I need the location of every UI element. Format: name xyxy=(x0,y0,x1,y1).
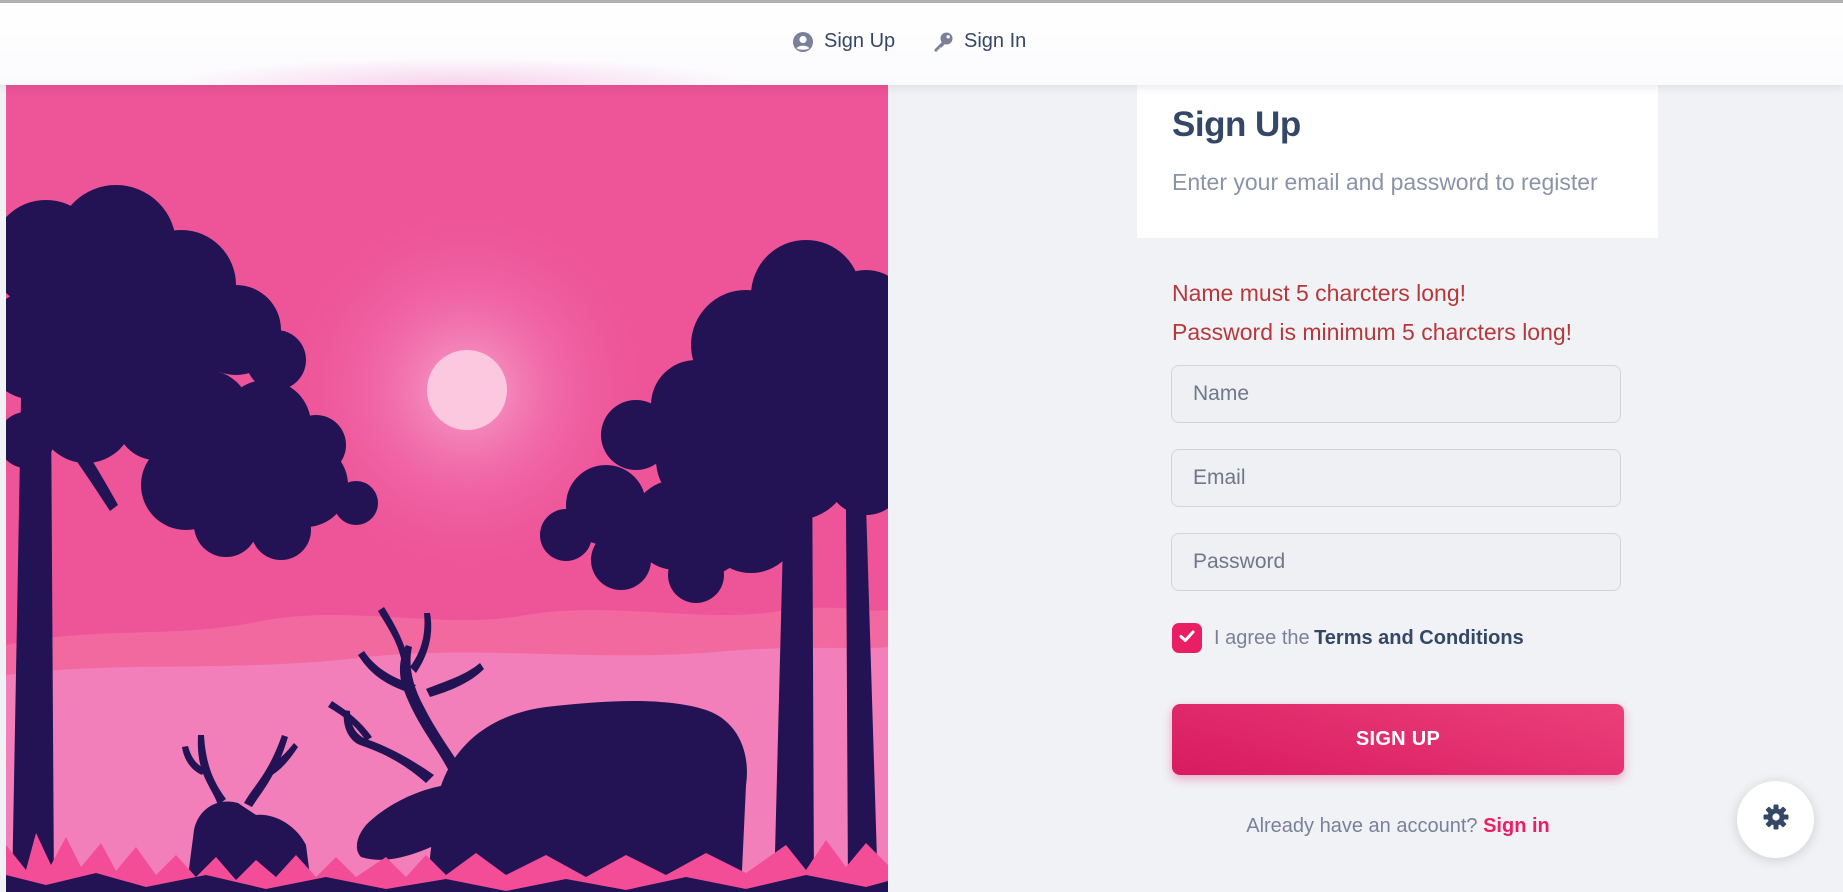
terms-prefix-text: I agree the xyxy=(1214,626,1310,649)
nav-sign-in-label: Sign In xyxy=(964,30,1027,52)
sign-in-link[interactable]: Sign in xyxy=(1483,815,1550,837)
sign-up-button[interactable]: SIGN UP xyxy=(1172,704,1624,775)
password-error-message: Password is minimum 5 charcters long! xyxy=(1172,319,1573,345)
user-circle-icon xyxy=(792,31,814,53)
email-input[interactable] xyxy=(1171,449,1621,507)
already-have-account-text: Already have an account? xyxy=(1246,815,1478,837)
nav-sign-up-label: Sign Up xyxy=(824,30,896,52)
password-input[interactable] xyxy=(1171,533,1621,591)
page-subtitle: Enter your email and password to registe… xyxy=(1172,169,1598,195)
nav-sign-in-link[interactable]: Sign In xyxy=(932,30,1026,53)
hero-illustration xyxy=(6,85,888,892)
terms-checkbox[interactable] xyxy=(1172,623,1202,653)
sign-in-prompt: Already have an account? Sign in xyxy=(1172,815,1624,838)
gear-icon xyxy=(1762,803,1790,836)
signup-card-header: Sign Up Enter your email and password to… xyxy=(1137,85,1658,238)
terms-and-conditions-link[interactable]: Terms and Conditions xyxy=(1314,627,1524,649)
page-title: Sign Up xyxy=(1172,105,1301,144)
terms-row: I agree the Terms and Conditions xyxy=(1172,623,1524,653)
key-icon xyxy=(932,31,954,53)
name-input[interactable] xyxy=(1171,365,1621,423)
name-error-message: Name must 5 charcters long! xyxy=(1172,280,1467,306)
navbar: Sign Up Sign In xyxy=(0,3,1843,85)
moon xyxy=(427,350,507,430)
nav-sign-up-link[interactable]: Sign Up xyxy=(792,30,895,53)
checkmark-icon xyxy=(1178,627,1196,650)
settings-button[interactable] xyxy=(1737,781,1814,858)
